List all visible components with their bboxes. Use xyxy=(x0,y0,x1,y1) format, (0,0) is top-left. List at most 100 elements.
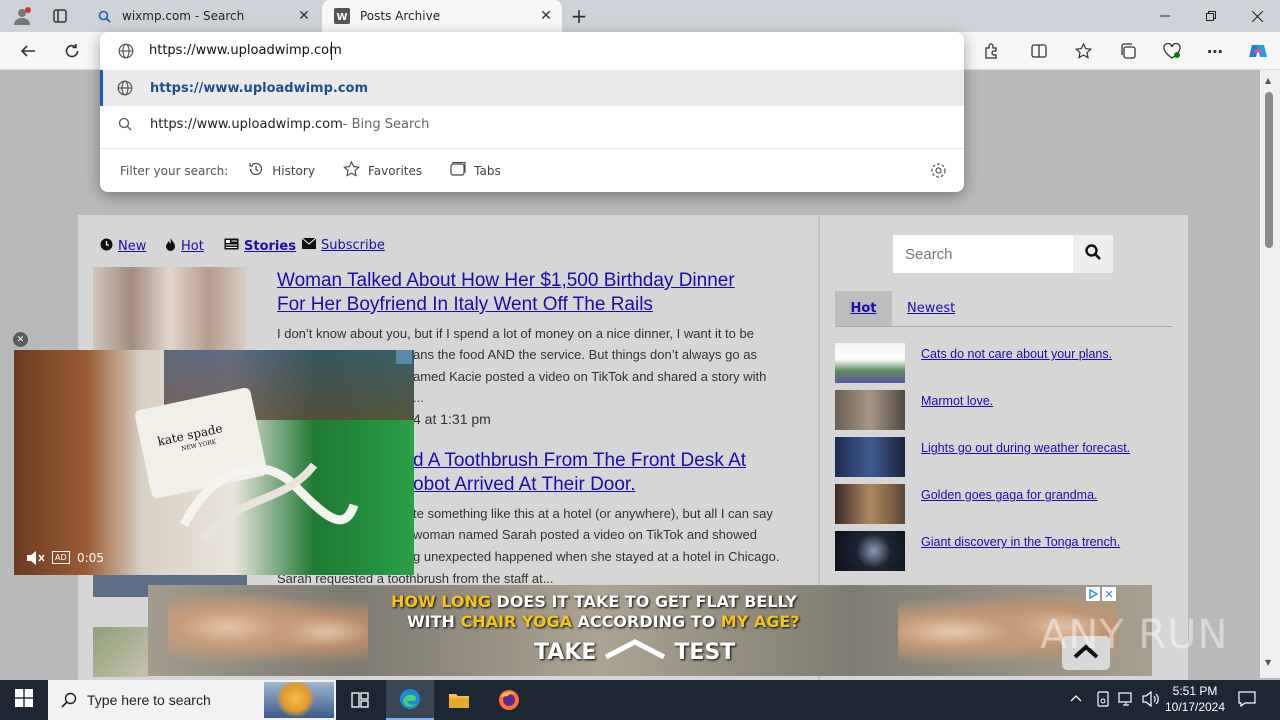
minimize-button[interactable] xyxy=(1142,0,1188,32)
split-screen-icon[interactable] xyxy=(1024,36,1054,66)
task-view-icon[interactable] xyxy=(336,680,384,720)
start-button[interactable] xyxy=(0,680,48,720)
search-icon xyxy=(61,692,77,712)
video-time: 0:05 xyxy=(77,551,104,565)
sidebar-item[interactable]: Cats do not care about your plans. xyxy=(835,343,1175,383)
restore-button[interactable] xyxy=(1188,0,1234,32)
newspaper-icon xyxy=(224,238,239,254)
filter-favorites[interactable]: Favorites xyxy=(342,160,422,181)
more-menu-icon[interactable]: ⋯ xyxy=(1200,36,1230,66)
scroll-thumb[interactable] xyxy=(1265,92,1273,248)
show-hidden-icons[interactable] xyxy=(1070,692,1082,706)
browser-essentials-icon[interactable] xyxy=(1157,36,1187,66)
extensions-icon[interactable] xyxy=(976,36,1006,66)
item-thumbnail xyxy=(835,437,905,477)
nav-new[interactable]: New xyxy=(100,238,146,255)
sidebar-search-box xyxy=(893,235,1113,273)
scroll-up-arrow[interactable]: ▲ xyxy=(1265,76,1271,85)
address-input[interactable]: https://www.uploadwimp.com xyxy=(149,43,342,58)
article-excerpt-line: ... xyxy=(413,390,424,405)
scroll-down-arrow[interactable]: ▼ xyxy=(1265,658,1271,667)
tabs-icon xyxy=(450,161,466,180)
file-explorer-icon[interactable] xyxy=(435,680,483,720)
clock-time: 5:51 PM xyxy=(1172,684,1218,698)
close-icon[interactable]: ✕ xyxy=(536,8,556,24)
collections-icon[interactable] xyxy=(1113,36,1143,66)
ad-banner[interactable]: HOW LONG DOES IT TAKE TO GET FLAT BELLY … xyxy=(148,585,1152,676)
text-cursor xyxy=(331,42,332,60)
suggestion-item[interactable]: https://www.uploadwimp.com - Bing Search xyxy=(100,106,964,142)
address-bar-dropdown: https://www.uploadwimp.com https://www.u… xyxy=(100,32,964,192)
tab-hot[interactable]: Hot xyxy=(835,291,892,326)
close-video-icon[interactable]: ✕ xyxy=(13,332,28,347)
taskbar-search-placeholder: Type here to search xyxy=(87,692,211,708)
article-thumbnail[interactable] xyxy=(93,267,247,350)
profile-icon[interactable] xyxy=(8,4,36,28)
tab-search[interactable]: wixmp.com - Search ✕ xyxy=(84,0,320,32)
tab-posts-archive[interactable]: W Posts Archive ✕ xyxy=(322,0,562,32)
notifications-icon[interactable] xyxy=(1238,691,1256,711)
ad-headline-line2: WITH CHAIR YOGA ACCORDING TO MY AGE? xyxy=(407,612,800,631)
filter-tabs[interactable]: Tabs xyxy=(450,161,501,180)
firefox-icon[interactable] xyxy=(485,680,533,720)
article-excerpt-line: I don’t know about you, but if I spend a… xyxy=(277,326,754,341)
tab-label: Posts Archive xyxy=(360,9,441,23)
search-input[interactable] xyxy=(893,235,1073,273)
adchoices-icon[interactable] xyxy=(1086,587,1100,601)
ad-cta[interactable]: TAKE TEST xyxy=(534,639,735,665)
refresh-icon[interactable] xyxy=(57,36,87,66)
history-icon xyxy=(248,161,264,180)
sidebar-item[interactable]: Golden goes gaga for grandma. xyxy=(835,484,1175,524)
tab-actions-icon[interactable] xyxy=(48,4,72,28)
ad-badge: AD xyxy=(52,551,70,564)
sidebar-item[interactable]: Marmot love. xyxy=(835,390,1175,430)
envelope-icon xyxy=(301,237,317,253)
nav-subscribe[interactable]: Subscribe xyxy=(301,237,385,253)
settings-icon[interactable] xyxy=(930,162,947,182)
article-excerpt-line: woman named Sarah posted a video on TikT… xyxy=(413,527,757,542)
item-thumbnail xyxy=(835,343,905,383)
edge-taskbar-icon[interactable] xyxy=(386,680,434,720)
sidebar-item[interactable]: Lights go out during weather forecast. xyxy=(835,437,1175,477)
video-player[interactable]: kate spade NEW YORK AD 0:05 xyxy=(14,350,414,575)
volume-icon[interactable] xyxy=(1142,690,1160,711)
site-logo-icon: W xyxy=(334,8,350,24)
video-corner-icon[interactable] xyxy=(396,350,412,364)
search-button[interactable] xyxy=(1073,235,1113,273)
article-title[interactable]: d A Toothbrush From The Front Desk At ob… xyxy=(413,449,813,497)
nav-hot[interactable]: Hot xyxy=(165,238,204,255)
close-icon[interactable]: ✕ xyxy=(294,8,314,24)
tab-newest[interactable]: Newest xyxy=(907,291,955,326)
network-icon[interactable] xyxy=(1118,691,1136,711)
ad-people-left xyxy=(168,595,368,676)
copilot-icon[interactable] xyxy=(1243,36,1273,66)
clock[interactable]: 5:51 PM 10/17/2024 xyxy=(1162,683,1228,715)
mute-icon[interactable] xyxy=(26,550,46,570)
close-window-button[interactable] xyxy=(1234,0,1280,32)
favorites-icon[interactable] xyxy=(1068,36,1098,66)
globe-icon xyxy=(118,43,134,63)
suggestion-item[interactable]: https://www.uploadwimp.com xyxy=(100,70,964,106)
article-date: 4 at 1:31 pm xyxy=(413,411,491,427)
svg-text:W: W xyxy=(336,12,347,23)
article-excerpt-line: amed Kacie posted a video on TikTok and … xyxy=(413,369,767,384)
windows-icon xyxy=(15,689,33,711)
article-thumbnail[interactable] xyxy=(93,627,148,677)
ad-headline-line1: HOW LONG DOES IT TAKE TO GET FLAT BELLY xyxy=(391,592,797,611)
ad-close-icon[interactable]: ✕ xyxy=(1102,587,1116,601)
filter-history[interactable]: History xyxy=(248,161,315,180)
page-scrollbar[interactable]: ▲ ▼ xyxy=(1260,70,1280,678)
suggestion-text: https://www.uploadwimp.com xyxy=(150,80,369,96)
article-title[interactable]: Woman Talked About How Her $1,500 Birthd… xyxy=(277,269,807,317)
article-excerpt-line: te something like this at a hotel (or an… xyxy=(413,506,773,521)
sidebar-item[interactable]: Giant discovery in the Tonga trench. xyxy=(835,531,1175,571)
new-tab-button[interactable]: + xyxy=(566,4,592,28)
nav-stories[interactable]: Stories xyxy=(224,238,296,254)
item-thumbnail xyxy=(835,484,905,524)
taskbar-search[interactable]: Type here to search xyxy=(48,680,336,720)
device-icon[interactable] xyxy=(1096,691,1110,711)
back-icon[interactable] xyxy=(13,36,43,66)
address-bar[interactable]: https://www.uploadwimp.com xyxy=(100,32,964,70)
tab-bar: wixmp.com - Search ✕ W Posts Archive ✕ + xyxy=(0,0,1280,32)
search-filter-row: Filter your search: History Favorites Ta… xyxy=(100,148,964,192)
